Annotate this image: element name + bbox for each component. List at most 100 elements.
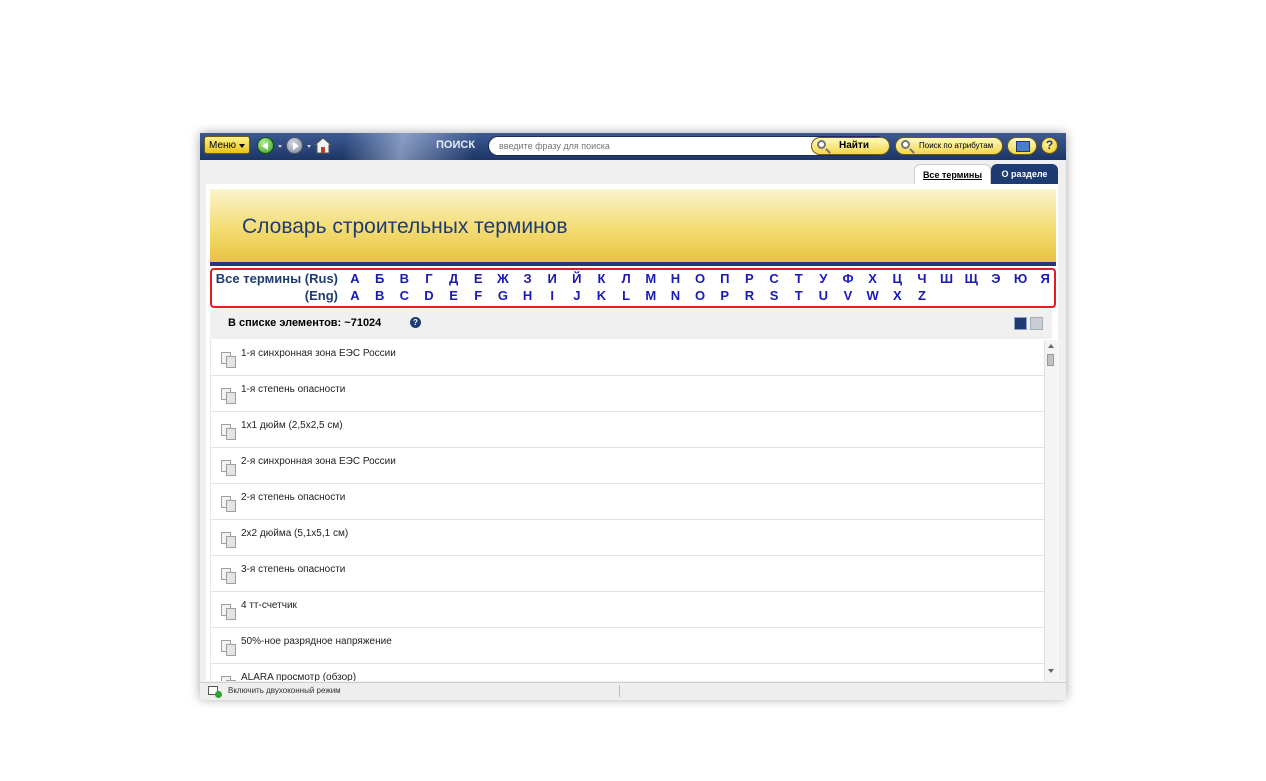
attribute-search-label: Поиск по атрибутам [919, 141, 994, 150]
rus-letter-link[interactable]: Л [618, 271, 634, 286]
document-icon [221, 604, 236, 620]
banner-divider [210, 262, 1056, 266]
page-title: Словарь строительных терминов [242, 215, 568, 238]
eng-letter-link[interactable]: D [421, 288, 437, 303]
eng-letter-link[interactable]: E [446, 288, 462, 303]
rus-letter-link[interactable]: Е [470, 271, 486, 286]
eng-letter-link[interactable]: R [741, 288, 757, 303]
list-item[interactable]: 50%-ное разрядное напряжение [211, 628, 1045, 664]
rus-letter-link[interactable]: Ж [495, 271, 511, 286]
rus-letter-link[interactable]: С [766, 271, 782, 286]
eng-letter-link[interactable]: U [815, 288, 831, 303]
eng-letter-link[interactable]: Z [914, 288, 930, 303]
list-item-label: 2х2 дюйма (5,1х5,1 см) [241, 528, 349, 539]
rus-letter-link[interactable]: Б [372, 271, 388, 286]
help-button[interactable]: ? [1041, 137, 1058, 154]
all-terms-eng-link[interactable]: (Eng) [305, 288, 338, 303]
rus-letter-link[interactable]: Ч [914, 271, 930, 286]
eng-letter-link[interactable]: F [470, 288, 486, 303]
rus-letter-link[interactable]: Г [421, 271, 437, 286]
tab-about-section[interactable]: О разделе [991, 164, 1058, 184]
dual-window-toggle[interactable]: Включить двухоконный режим [228, 686, 341, 695]
list-item[interactable]: 1х1 дюйм (2,5х2,5 см) [211, 412, 1045, 448]
tab-all-terms[interactable]: Все термины [914, 164, 991, 184]
list-item[interactable]: 3-я степень опасности [211, 556, 1045, 592]
rus-letter-link[interactable]: Ш [939, 271, 955, 286]
eng-letter-link[interactable]: S [766, 288, 782, 303]
rus-letter-link[interactable]: Т [791, 271, 807, 286]
rus-letter-link[interactable]: З [520, 271, 536, 286]
rus-letter-link[interactable]: В [396, 271, 412, 286]
list-item[interactable]: ALARA просмотр (обзор) [211, 664, 1045, 681]
scroll-up-icon[interactable] [1048, 344, 1054, 348]
display-mode-button[interactable] [1007, 137, 1037, 155]
list-item[interactable]: 2-я синхронная зона ЕЭС России [211, 448, 1045, 484]
rus-letter-link[interactable]: Д [446, 271, 462, 286]
back-history-dropdown[interactable] [278, 145, 282, 148]
grid-view-icon[interactable] [1030, 317, 1043, 330]
rus-letter-link[interactable]: Р [741, 271, 757, 286]
rus-letter-link[interactable]: Ц [889, 271, 905, 286]
rus-letter-link[interactable]: О [692, 271, 708, 286]
eng-letter-link[interactable]: K [594, 288, 610, 303]
rus-letter-link[interactable]: А [347, 271, 363, 286]
rus-letter-link[interactable]: Ю [1013, 271, 1029, 286]
eng-letter-link[interactable]: C [396, 288, 412, 303]
rus-letter-link[interactable]: Ф [840, 271, 856, 286]
find-button-label: Найти [839, 140, 869, 151]
list-item[interactable]: 1-я степень опасности [211, 376, 1045, 412]
rus-letter-link[interactable]: Э [988, 271, 1004, 286]
rus-letter-link[interactable]: Щ [963, 271, 979, 286]
list-item[interactable]: 1-я синхронная зона ЕЭС России [211, 340, 1045, 376]
list-scrollbar[interactable] [1044, 340, 1057, 681]
forward-button[interactable] [286, 137, 303, 154]
eng-letter-link[interactable]: O [692, 288, 708, 303]
eng-letter-link[interactable]: T [791, 288, 807, 303]
rus-letter-link[interactable]: К [594, 271, 610, 286]
rus-letter-link[interactable]: Й [569, 271, 585, 286]
eng-letter-link[interactable]: G [495, 288, 511, 303]
document-icon [221, 496, 236, 512]
eng-letter-link[interactable]: P [717, 288, 733, 303]
list-view-icon[interactable] [1014, 317, 1027, 330]
list-item[interactable]: 2х2 дюйма (5,1х5,1 см) [211, 520, 1045, 556]
find-button[interactable]: Найти [811, 137, 890, 155]
rus-letter-link[interactable]: Н [667, 271, 683, 286]
eng-letter-link[interactable]: A [347, 288, 363, 303]
forward-history-dropdown[interactable] [307, 145, 311, 148]
eng-letter-link[interactable]: V [840, 288, 856, 303]
dual-window-status-dot [215, 691, 222, 698]
rus-letter-link[interactable]: У [815, 271, 831, 286]
list-item-label: 1-я степень опасности [241, 384, 346, 395]
rus-letter-link[interactable]: М [643, 271, 659, 286]
home-icon[interactable] [314, 137, 332, 154]
all-terms-rus-link[interactable]: Все термины (Rus) [216, 271, 338, 286]
page-banner: Словарь строительных терминов [210, 189, 1056, 262]
eng-letter-link[interactable]: N [667, 288, 683, 303]
list-item[interactable]: 2-я степень опасности [211, 484, 1045, 520]
eng-letter-link[interactable]: B [372, 288, 388, 303]
scroll-down-icon[interactable] [1048, 669, 1054, 673]
eng-letter-link[interactable]: H [520, 288, 536, 303]
attribute-search-button[interactable]: Поиск по атрибутам [895, 137, 1003, 155]
eng-letter-link[interactable]: X [889, 288, 905, 303]
list-item-label: 1х1 дюйм (2,5х2,5 см) [241, 420, 343, 431]
app-window: Меню ПО И С К Найти Поиск по атрибутам ? Вс… [200, 133, 1066, 700]
search-icon [817, 140, 826, 149]
eng-letter-link[interactable]: M [643, 288, 659, 303]
list-item-label: 3-я степень опасности [241, 564, 346, 575]
rus-letter-link[interactable]: Х [865, 271, 881, 286]
eng-letter-link[interactable]: L [618, 288, 634, 303]
menu-button-label: Меню [209, 140, 237, 151]
rus-letter-link[interactable]: И [544, 271, 560, 286]
back-button[interactable] [257, 137, 274, 154]
rus-letter-link[interactable]: П [717, 271, 733, 286]
eng-letter-link[interactable]: W [865, 288, 881, 303]
list-item[interactable]: 4 тт-счетчик [211, 592, 1045, 628]
info-icon[interactable]: ? [410, 317, 421, 328]
eng-letter-link[interactable]: J [569, 288, 585, 303]
rus-letter-link[interactable]: Я [1037, 271, 1053, 286]
eng-letter-link[interactable]: I [544, 288, 560, 303]
scroll-thumb[interactable] [1047, 354, 1054, 366]
menu-button[interactable]: Меню [204, 136, 250, 154]
